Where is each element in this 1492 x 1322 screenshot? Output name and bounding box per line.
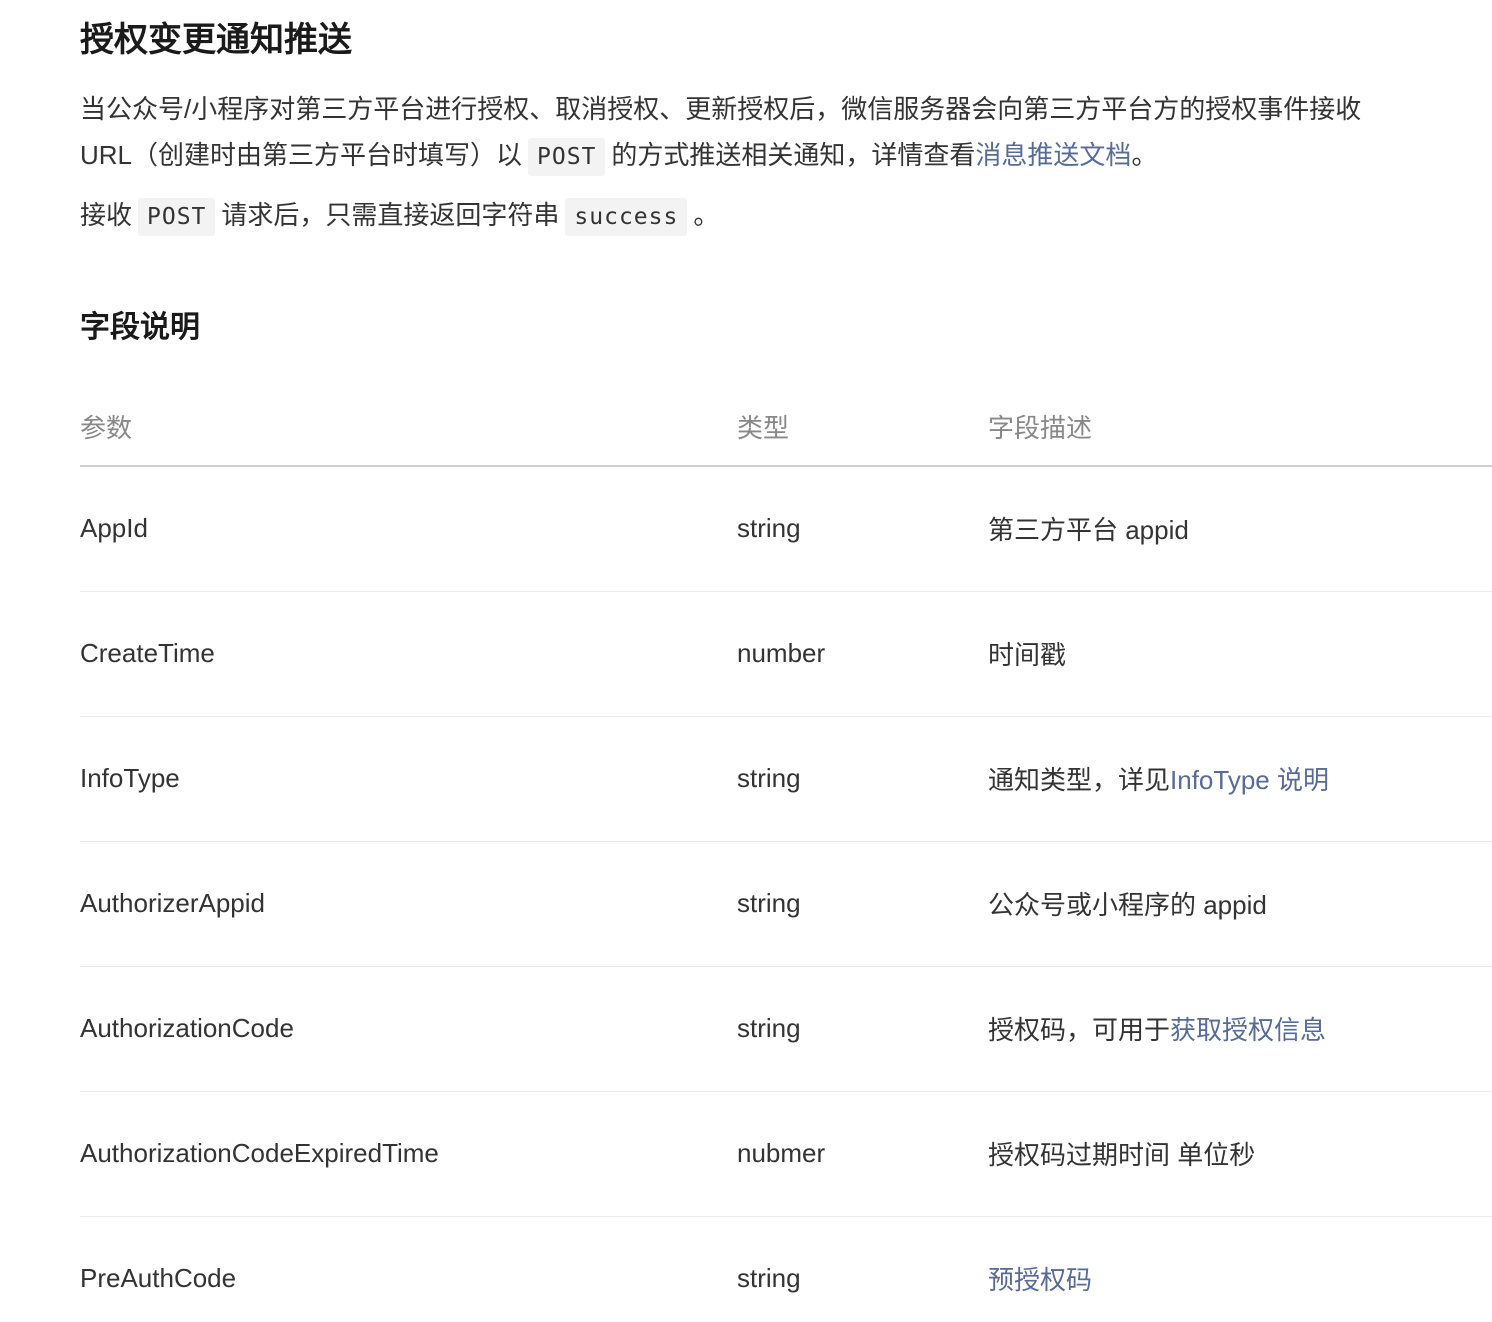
desc-cell: 授权码，可用于获取授权信息 [988,966,1492,1092]
intro-line-3: 接收 POST 请求后，只需直接返回字符串 success。 [80,192,719,240]
param-cell: AppId [80,466,737,592]
table-row: CreateTime number 时间戳 [80,591,1492,717]
table-header-row: 参数 类型 字段描述 [80,388,1492,467]
intro-text: 。 [693,200,720,230]
type-cell: string [737,716,988,842]
type-cell: string [737,1263,801,1294]
get-auth-info-link[interactable]: 获取授权信息 [1170,1015,1326,1045]
param-cell: InfoType [80,716,737,842]
table-row: AuthorizationCode string 授权码，可用于获取授权信息 [80,966,1492,1092]
inline-code-post: POST [528,138,606,176]
desc-cell: 授权码过期时间 单位秒 [988,1091,1492,1217]
table-row: InfoType string 通知类型，详见InfoType 说明 [80,716,1492,842]
intro-text: URL（创建时由第三方平台时填写）以 [80,140,523,170]
param-cell: AuthorizerAppid [80,841,737,967]
desc-text: 授权码，可用于 [988,1015,1171,1045]
type-cell: nubmer [737,1091,988,1217]
intro-text: 当公众号/小程序对第三方平台进行授权、取消授权、更新授权后，微信服务器会向第三方… [80,94,1362,124]
table-row: AppId string 第三方平台 appid [80,466,1492,592]
desc-text: 通知类型，详见 [988,765,1171,795]
page-title: 授权变更通知推送 [80,21,352,59]
desc-text: 第三方平台 appid [988,515,1189,546]
type-cell: string [737,841,988,967]
intro-text: 的方式推送相关通知，详情查看 [611,140,976,170]
param-cell: AuthorizationCode [80,966,737,1092]
desc-cell: 时间戳 [988,591,1492,717]
type-cell: number [737,591,988,717]
desc-text: 公众号或小程序的 appid [988,890,1267,920]
fields-table: 参数 类型 字段描述 AppId string 第三方平台 appid Crea… [80,388,1492,1322]
intro-text: 请求后，只需直接返回字符串 [221,200,560,230]
header-desc: 字段描述 [988,388,1492,467]
desc-text: 授权码过期时间 单位秒 [988,1140,1256,1170]
table-row: AuthorizationCodeExpiredTime nubmer 授权码过… [80,1091,1492,1217]
desc-cell: 第三方平台 appid [988,466,1492,592]
intro-text: 。 [1131,140,1158,170]
desc-cell: 公众号或小程序的 appid [988,841,1492,967]
param-cell: CreateTime [80,591,737,717]
desc-cell: 预授权码 [988,1216,1492,1322]
desc-text: 时间戳 [988,640,1067,670]
header-param: 参数 [80,388,737,467]
intro-line-2: URL（创建时由第三方平台时填写）以 POST 的方式推送相关通知，详情查看消息推送… [80,132,1157,180]
message-push-doc-link[interactable]: 消息推送文档 [975,140,1131,170]
header-type: 类型 [737,388,988,467]
intro-line-1: 当公众号/小程序对第三方平台进行授权、取消授权、更新授权后，微信服务器会向第三方… [80,86,1361,132]
pre-auth-code-link[interactable]: 预授权码 [988,1265,1092,1295]
param-cell: AuthorizationCodeExpiredTime [80,1091,737,1217]
type-cell: string [737,966,988,1092]
infotype-doc-link[interactable]: InfoType 说明 [1170,765,1329,795]
table-row: AuthorizerAppid string 公众号或小程序的 appid [80,841,1492,967]
desc-cell: 通知类型，详见InfoType 说明 [988,716,1492,842]
inline-code-post: POST [138,198,216,236]
table-row: PreAuthCode string 预授权码 [80,1216,1492,1322]
inline-code-success: success [565,198,688,236]
fields-section-title: 字段说明 [80,311,200,344]
type-cell: string [737,466,988,592]
param-cell: PreAuthCode [80,1263,237,1294]
intro-text: 接收 [80,200,133,230]
